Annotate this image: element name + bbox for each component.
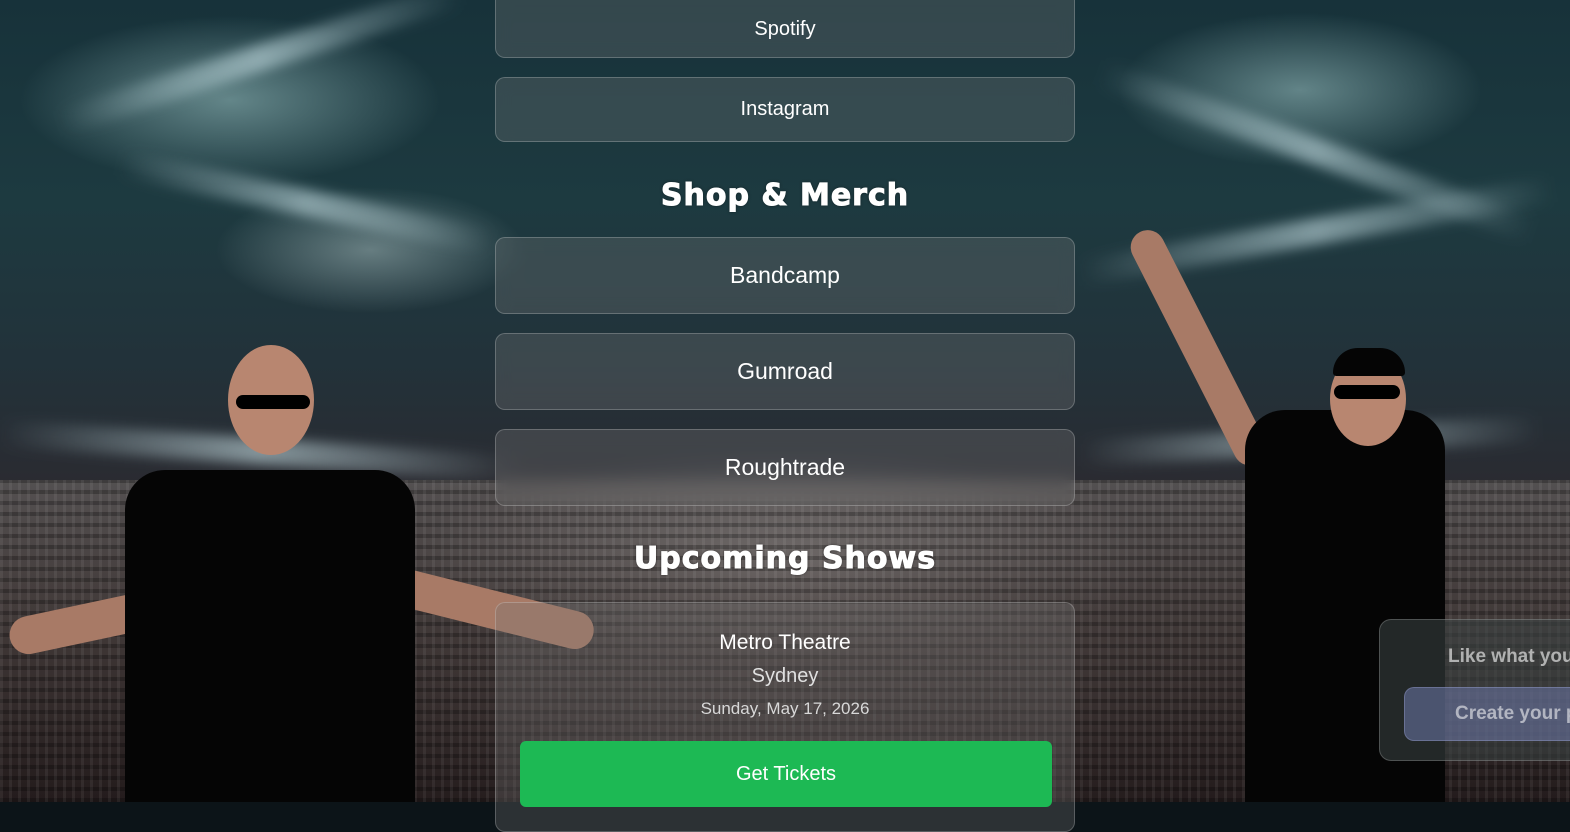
spotify-link-button[interactable]: Spotify	[495, 0, 1075, 58]
roughtrade-link-button[interactable]: Roughtrade	[495, 429, 1075, 506]
create-page-promo: Like what you see? Create your page	[1379, 619, 1570, 761]
bandcamp-link-button[interactable]: Bandcamp	[495, 237, 1075, 314]
upcoming-shows-heading: Upcoming Shows	[633, 541, 937, 577]
show-card: Metro Theatre Sydney Sunday, May 17, 202…	[495, 602, 1075, 832]
gumroad-link-button[interactable]: Gumroad	[495, 333, 1075, 410]
show-venue: Metro Theatre	[719, 631, 851, 654]
instagram-link-button[interactable]: Instagram	[495, 77, 1075, 142]
show-city: Sydney	[751, 665, 819, 687]
create-page-button[interactable]: Create your page	[1404, 687, 1570, 741]
promo-text: Like what you see?	[1448, 646, 1570, 667]
shop-merch-heading: Shop & Merch	[660, 178, 910, 214]
get-tickets-button[interactable]: Get Tickets	[520, 741, 1052, 807]
show-date: Sunday, May 17, 2026	[700, 699, 870, 718]
